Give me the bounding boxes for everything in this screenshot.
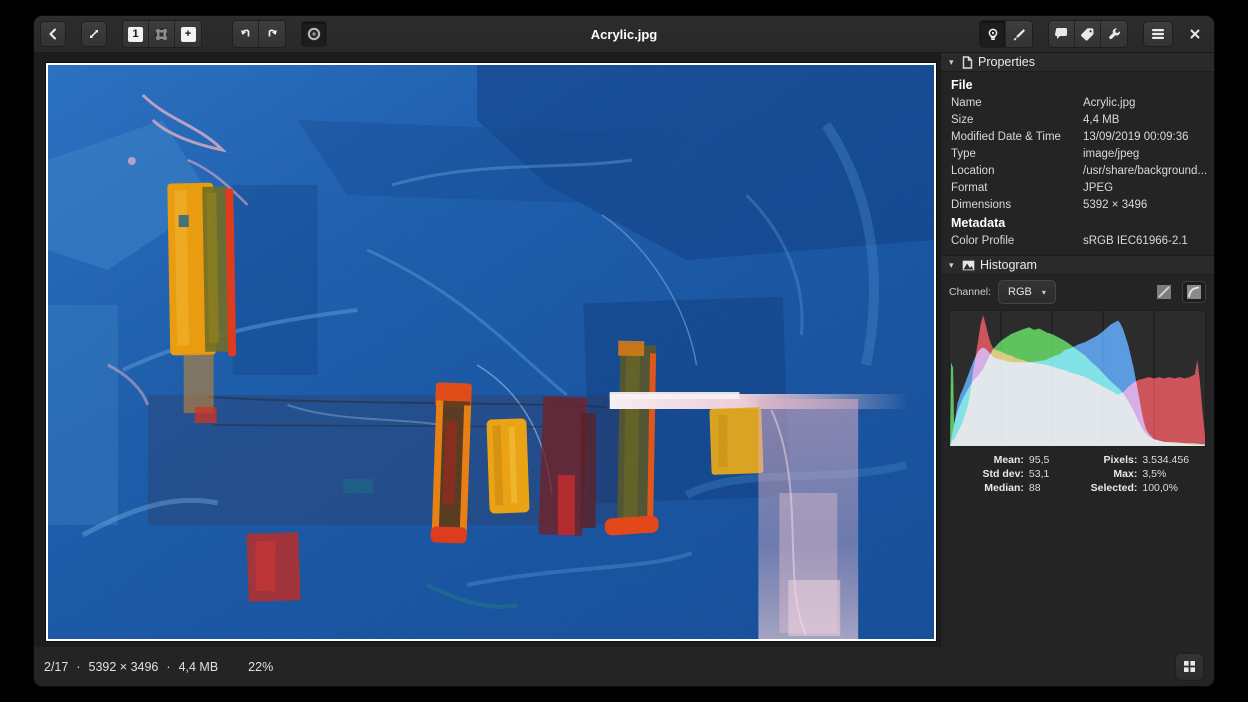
stats-right-column: Pixels:3.534.456 Max:3,5% Selected:100,0…: [1075, 454, 1189, 496]
adjust-colors-icon: [306, 26, 322, 42]
zoom-in-button[interactable]: +: [175, 21, 201, 47]
zoom-original-button[interactable]: 1: [123, 21, 149, 47]
histogram-stats: Mean:95,5 Std dev:53,1 Median:88 Pixels:…: [941, 447, 1214, 504]
rotate-right-button[interactable]: [259, 21, 285, 47]
fullscreen-icon: [87, 27, 101, 41]
fullscreen-button[interactable]: [81, 21, 107, 47]
grid-icon: [1183, 660, 1196, 673]
channel-label: Channel:: [949, 286, 991, 298]
thumbnail-grid-button[interactable]: [1175, 653, 1204, 681]
histogram-header-label: Histogram: [980, 258, 1037, 272]
tools-button[interactable]: [1101, 21, 1127, 47]
rotate-right-icon: [265, 27, 280, 42]
zoom-in-icon: +: [181, 27, 196, 42]
image-position: 2/17: [44, 660, 68, 674]
table-row: Location/usr/share/background...: [951, 162, 1204, 179]
status-bar: 2/17 · 5392 × 3496 · 4,4 MB 22%: [34, 647, 1214, 686]
annotate-tools-group: [1048, 20, 1128, 48]
back-button[interactable]: [40, 21, 66, 47]
metadata-section-heading: Metadata: [951, 213, 1204, 232]
comment-button[interactable]: [1049, 21, 1075, 47]
linear-scale-icon: [1157, 285, 1171, 299]
linear-scale-button[interactable]: [1152, 281, 1176, 303]
channel-selected-value: RGB: [1008, 286, 1032, 298]
menu-button[interactable]: [1143, 21, 1173, 47]
table-row: Dimensions5392 × 3496: [951, 196, 1204, 213]
properties-pane-header[interactable]: ▾ Properties: [941, 53, 1214, 72]
rotate-left-button[interactable]: [233, 21, 259, 47]
channel-select-dropdown[interactable]: RGB ▾: [998, 280, 1056, 304]
properties-toggle-button[interactable]: [980, 21, 1006, 47]
image-icon: [962, 260, 975, 271]
wrench-icon: [1107, 27, 1122, 42]
menu-icon: [1151, 28, 1165, 40]
brush-icon: [1012, 27, 1027, 42]
table-row: Color ProfilesRGB IEC61966-2.1: [951, 232, 1204, 249]
edit-image-button[interactable]: [1006, 21, 1032, 47]
disclosure-triangle-icon: ▾: [949, 260, 957, 271]
adjust-colors-button[interactable]: [301, 21, 327, 47]
zoom-original-icon: 1: [128, 27, 143, 42]
header-bar: Acrylic.jpg 1 +: [34, 16, 1214, 53]
histogram-pane-header[interactable]: ▾ Histogram: [941, 256, 1214, 275]
view-tools-group: [979, 20, 1033, 48]
table-row: Typeimage/jpeg: [951, 145, 1204, 162]
histogram-section: ▾ Histogram Channel: RGB ▾: [941, 255, 1214, 504]
stats-left-column: Mean:95,5 Std dev:53,1 Median:88: [966, 454, 1049, 496]
image-viewer: [34, 53, 940, 647]
log-scale-icon: [1187, 285, 1201, 299]
properties-header-label: Properties: [978, 55, 1035, 69]
properties-sidebar: ▾ Properties File NameAcrylic.jpg Size4,…: [940, 53, 1214, 647]
image-dimensions: 5392 × 3496: [89, 660, 159, 674]
table-row: NameAcrylic.jpg: [951, 94, 1204, 111]
chevron-down-icon: ▾: [1042, 288, 1046, 297]
log-scale-button[interactable]: [1182, 281, 1206, 303]
dot-separator: ·: [166, 660, 170, 674]
lightbulb-icon: [986, 27, 1000, 42]
image-size: 4,4 MB: [179, 660, 219, 674]
window-title: Acrylic.jpg: [34, 27, 1214, 42]
rotate-button-group: [232, 20, 286, 48]
zoom-fit-button[interactable]: [149, 21, 175, 47]
close-icon: [1189, 28, 1201, 40]
document-icon: [962, 56, 973, 69]
table-row: Size4,4 MB: [951, 111, 1204, 128]
zoom-level: 22%: [248, 660, 273, 674]
disclosure-triangle-icon: ▾: [949, 57, 957, 68]
back-icon: [46, 27, 60, 41]
app-window: Acrylic.jpg 1 +: [33, 15, 1215, 687]
histogram-plot: [949, 310, 1206, 447]
close-button[interactable]: [1182, 21, 1208, 47]
tags-button[interactable]: [1075, 21, 1101, 47]
dot-separator: ·: [76, 660, 80, 674]
file-properties-table: File NameAcrylic.jpg Size4,4 MB Modified…: [941, 72, 1214, 255]
table-row: FormatJPEG: [951, 179, 1204, 196]
zoom-fit-icon: [154, 27, 169, 42]
tag-icon: [1080, 27, 1095, 41]
acrylic-painting-image[interactable]: [48, 65, 934, 639]
rotate-left-icon: [238, 27, 253, 42]
table-row: Modified Date & Time13/09/2019 00:09:36: [951, 128, 1204, 145]
zoom-button-group: 1 +: [122, 20, 202, 48]
comment-icon: [1054, 27, 1069, 41]
image-frame: [46, 63, 936, 641]
channel-row: Channel: RGB ▾: [941, 275, 1214, 310]
file-section-heading: File: [951, 75, 1204, 94]
